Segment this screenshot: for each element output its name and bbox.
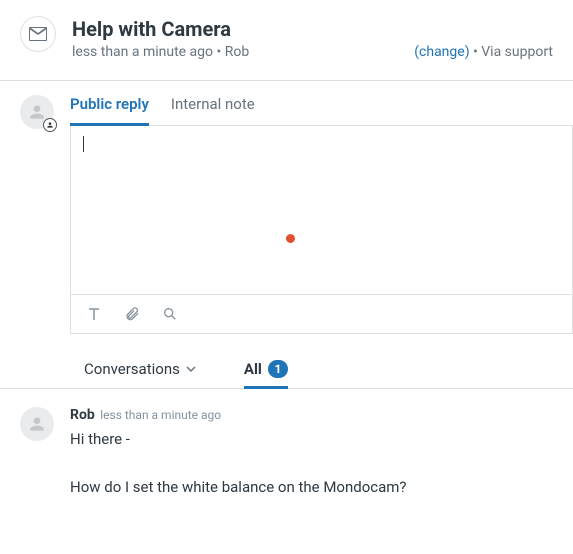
reply-textarea[interactable]	[71, 126, 572, 294]
message-body: Hi there - How do I set the white balanc…	[70, 427, 553, 499]
ticket-title: Help with Camera	[72, 16, 553, 42]
agent-badge-icon	[43, 118, 57, 132]
editor-toolbar	[71, 294, 572, 333]
text-format-icon[interactable]	[85, 305, 103, 323]
message-row: Rob less than a minute ago Hi there - Ho…	[0, 389, 573, 499]
person-icon-small	[46, 121, 54, 129]
tab-internal-note[interactable]: Internal note	[171, 95, 255, 126]
search-icon[interactable]	[161, 305, 179, 323]
ticket-header: Help with Camera less than a minute ago …	[0, 0, 573, 72]
ticket-meta: less than a minute ago • Rob	[72, 44, 249, 60]
message-header: Rob less than a minute ago	[70, 407, 553, 423]
reply-tabs: Public reply Internal note	[70, 95, 573, 126]
text-caret	[83, 136, 84, 152]
conversations-dropdown[interactable]: Conversations	[84, 360, 196, 378]
message-timestamp: less than a minute ago	[100, 408, 221, 422]
ticket-channel: (change) • Via support	[414, 44, 553, 60]
message-author: Rob	[70, 407, 95, 423]
chevron-down-icon	[186, 364, 196, 374]
person-icon	[27, 414, 47, 434]
channel-icon-wrap	[20, 16, 56, 52]
mail-icon	[29, 27, 47, 41]
reply-editor	[70, 126, 573, 334]
person-icon	[27, 102, 47, 122]
change-link[interactable]: (change)	[414, 44, 469, 60]
tab-public-reply[interactable]: Public reply	[70, 95, 149, 126]
attachment-icon[interactable]	[123, 305, 141, 323]
agent-avatar	[20, 95, 54, 129]
count-badge: 1	[268, 360, 288, 378]
red-dot-indicator	[286, 234, 295, 243]
requester-avatar	[20, 407, 54, 441]
filter-all-tab[interactable]: All 1	[244, 360, 288, 389]
